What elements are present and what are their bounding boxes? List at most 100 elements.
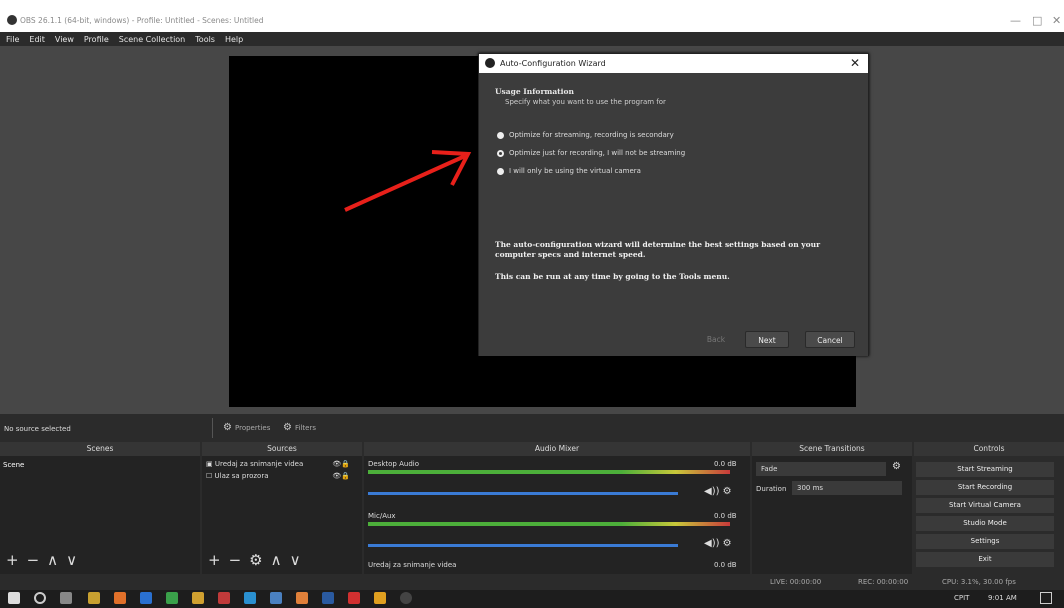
duration-label: Duration — [756, 485, 787, 493]
task-view-icon[interactable] — [60, 592, 72, 604]
word-icon[interactable] — [322, 592, 334, 604]
file-explorer-icon[interactable] — [88, 592, 100, 604]
obs-logo-icon — [7, 15, 17, 25]
source-list-controls[interactable]: +−⚙∧∨ — [208, 551, 309, 569]
source-item[interactable]: ☐ Ulaz sa prozora 👁🔒 — [206, 472, 354, 480]
scenes-panel: Scene +−∧∨ — [0, 456, 200, 574]
dialog-body: Usage Information Specify what you want … — [479, 73, 868, 356]
auto-config-wizard-dialog: Auto-Configuration Wizard ✕ Usage Inform… — [478, 53, 869, 356]
menu-file[interactable]: File — [6, 35, 19, 44]
eye-lock-icon[interactable]: 👁🔒 — [332, 460, 350, 468]
edge-icon[interactable] — [244, 592, 256, 604]
app-icon[interactable] — [192, 592, 204, 604]
app-icon[interactable] — [374, 592, 386, 604]
keyboard-language[interactable]: CPIT — [954, 594, 969, 602]
radio-icon[interactable] — [497, 131, 504, 139]
duration-input[interactable]: 300 ms — [792, 481, 902, 495]
radio-option-recording[interactable]: Optimize just for recording, I will not … — [497, 149, 685, 157]
app-icon[interactable] — [270, 592, 282, 604]
transitions-dock-header: Scene Transitions — [752, 442, 912, 456]
scene-item[interactable]: Scene — [3, 461, 24, 469]
studio-mode-button[interactable]: Studio Mode — [916, 516, 1054, 531]
menu-bar: File Edit View Profile Scene Collection … — [0, 32, 1064, 46]
menu-edit[interactable]: Edit — [29, 35, 45, 44]
red-arrow-annotation — [344, 150, 472, 212]
transition-select[interactable]: Fade — [756, 462, 886, 476]
menu-help[interactable]: Help — [225, 35, 243, 44]
filters-button[interactable]: Filters — [295, 424, 316, 432]
volume-slider[interactable] — [368, 544, 678, 547]
audio-mixer-panel: Desktop Audio 0.0 dB ◀)) ⚙ Mic/Aux 0.0 d… — [364, 456, 750, 574]
scene-list-controls[interactable]: +−∧∨ — [6, 551, 85, 569]
obs-taskbar-icon[interactable] — [400, 592, 412, 604]
menu-scene-collection[interactable]: Scene Collection — [119, 35, 186, 44]
no-source-label: No source selected — [4, 425, 71, 433]
usage-subheading: Specify what you want to use the program… — [505, 98, 666, 106]
start-streaming-button[interactable]: Start Streaming — [916, 462, 1054, 477]
mixer-dock-header: Audio Mixer — [364, 442, 750, 456]
dialog-close-icon[interactable]: ✕ — [850, 56, 860, 70]
exit-button[interactable]: Exit — [916, 552, 1054, 567]
cancel-button[interactable]: Cancel — [805, 331, 855, 348]
wizard-info-text: The auto-configuration wizard will deter… — [495, 240, 821, 259]
maximize-icon[interactable]: □ — [1032, 14, 1042, 27]
volume-slider[interactable] — [368, 492, 678, 495]
notification-icon[interactable] — [1040, 592, 1052, 604]
source-buttons: ⚙ Properties ⚙ Filters — [212, 418, 336, 438]
app-icon[interactable] — [114, 592, 126, 604]
windows-taskbar: CPIT 9:01 AM — [0, 590, 1064, 608]
radio-option-streaming[interactable]: Optimize for streaming, recording is sec… — [497, 131, 674, 139]
scenes-title: Scenes — [86, 444, 114, 453]
clock[interactable]: 9:01 AM — [988, 594, 1017, 602]
sources-title: Sources — [267, 444, 297, 453]
app-icon[interactable] — [218, 592, 230, 604]
window-title: OBS 26.1.1 (64-bit, windows) - Profile: … — [20, 16, 264, 25]
minimize-icon[interactable]: — — [1010, 14, 1021, 27]
mixer-track-db: 0.0 dB — [714, 561, 737, 569]
radio-option-virtual-camera[interactable]: I will only be using the virtual camera — [497, 167, 641, 175]
mixer-track-name: Desktop Audio — [368, 460, 419, 468]
mixer-track-name: Mic/Aux — [368, 512, 396, 520]
mixer-track-db: 0.0 dB — [714, 512, 737, 520]
obs-logo-icon — [485, 58, 495, 68]
transitions-title: Scene Transitions — [799, 444, 865, 453]
settings-button[interactable]: Settings — [916, 534, 1054, 549]
controls-dock-header: Controls — [914, 442, 1064, 456]
menu-profile[interactable]: Profile — [84, 35, 109, 44]
live-status: LIVE: 00:00:00 — [770, 578, 822, 586]
start-virtual-camera-button[interactable]: Start Virtual Camera — [916, 498, 1054, 513]
app-icon[interactable] — [296, 592, 308, 604]
next-button[interactable]: Next — [745, 331, 789, 348]
filter-icon: ⚙ — [283, 422, 292, 433]
start-recording-button[interactable]: Start Recording — [916, 480, 1054, 495]
volume-meter — [368, 522, 730, 526]
search-icon[interactable] — [34, 592, 46, 604]
gear-icon: ⚙ — [223, 422, 232, 433]
gear-icon[interactable]: ⚙ — [892, 461, 901, 472]
wizard-tools-hint: This can be run at any time by going to … — [495, 272, 730, 281]
back-button[interactable]: Back — [691, 331, 741, 348]
cpu-status: CPU: 3.1%, 30.00 fps — [942, 578, 1016, 586]
transitions-panel: Fade ⚙ Duration 300 ms — [752, 456, 912, 574]
start-icon[interactable] — [8, 592, 20, 604]
speaker-gear-icons[interactable]: ◀)) ⚙ — [704, 538, 732, 549]
chrome-icon[interactable] — [166, 592, 178, 604]
radio-selected-icon[interactable] — [497, 149, 504, 157]
acrobat-icon[interactable] — [348, 592, 360, 604]
speaker-gear-icons[interactable]: ◀)) ⚙ — [704, 486, 732, 497]
eye-lock-icon[interactable]: 👁🔒 — [332, 472, 350, 480]
app-icon[interactable] — [140, 592, 152, 604]
dialog-titlebar: Auto-Configuration Wizard ✕ — [479, 54, 868, 73]
properties-button[interactable]: Properties — [235, 424, 270, 432]
window-titlebar: OBS 26.1.1 (64-bit, windows) - Profile: … — [0, 0, 1064, 32]
source-item[interactable]: ▣ Uredaj za snimanje videa 👁🔒 — [206, 460, 354, 468]
controls-title: Controls — [973, 444, 1005, 453]
mixer-track-name: Uredaj za snimanje videa — [368, 561, 457, 569]
mixer-title: Audio Mixer — [534, 444, 580, 453]
menu-tools[interactable]: Tools — [195, 35, 215, 44]
sources-panel: ▣ Uredaj za snimanje videa 👁🔒 ☐ Ulaz sa p… — [202, 456, 362, 574]
scenes-dock-header: Scenes — [0, 442, 200, 456]
menu-view[interactable]: View — [55, 35, 74, 44]
close-icon[interactable]: ✕ — [1052, 14, 1061, 27]
radio-icon[interactable] — [497, 167, 504, 175]
